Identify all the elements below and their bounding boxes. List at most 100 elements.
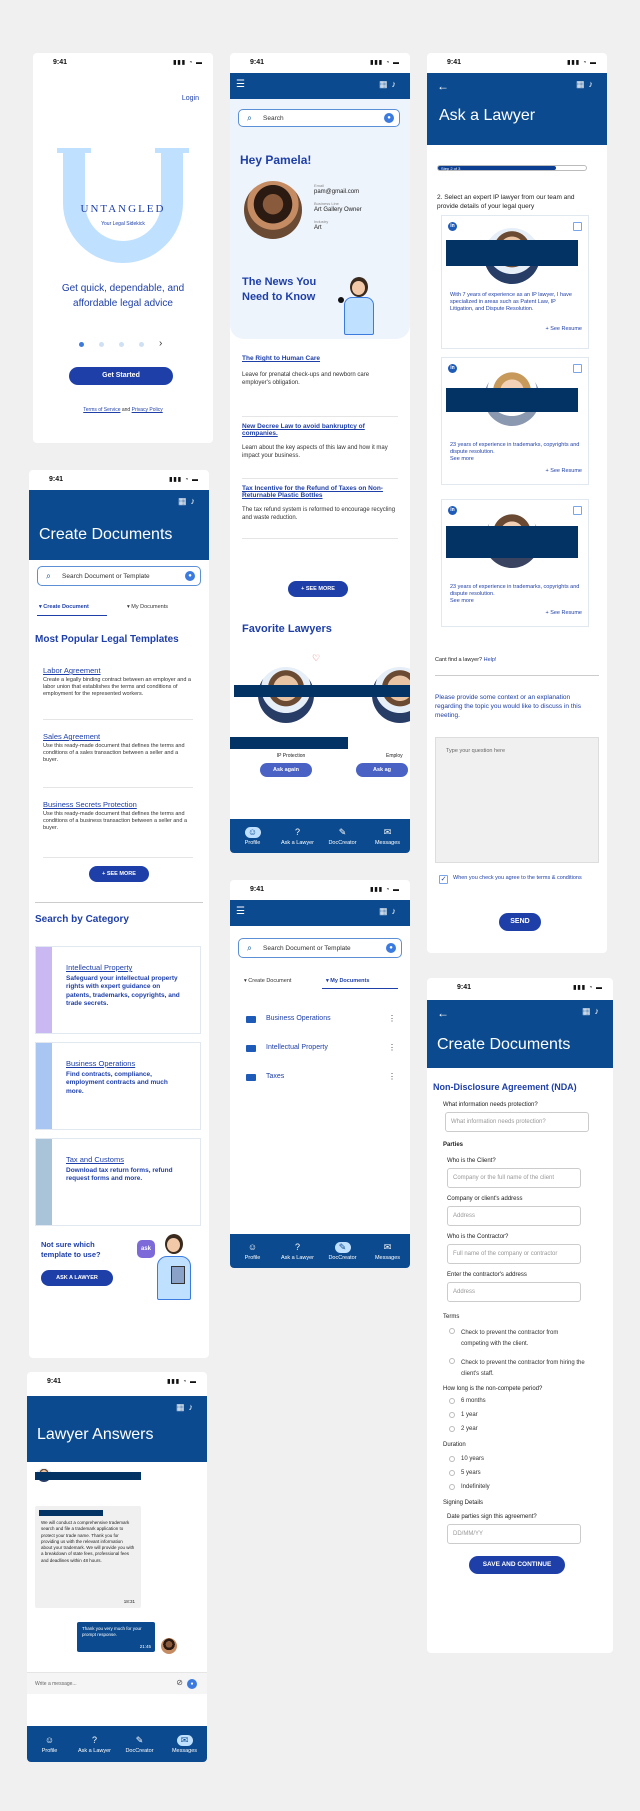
dot[interactable]: [139, 342, 144, 347]
favorite-lawyer-card[interactable]: ♡ IP Protection Ask again: [230, 653, 352, 777]
calendar-icon[interactable]: ▦: [582, 1006, 595, 1016]
tab-create-document[interactable]: ▾ Create Document: [39, 604, 89, 610]
news-title-link[interactable]: The Right to Human Care: [242, 355, 398, 362]
template-item[interactable]: Business Secrets Protection Use this rea…: [43, 800, 193, 858]
tab-create-document[interactable]: ▾ Create Document: [244, 978, 291, 984]
bell-icon[interactable]: ♪: [392, 906, 401, 916]
tab-messages[interactable]: ✉ Messages: [369, 1242, 407, 1261]
calendar-icon[interactable]: ▦: [379, 79, 392, 89]
folder-row[interactable]: Business Operations ⋮: [246, 1014, 396, 1028]
info-input[interactable]: What information needs protection?: [445, 1112, 589, 1132]
select-checkbox[interactable]: [573, 222, 582, 231]
news-title-link[interactable]: New Decree Law to avoid bankruptcy of co…: [242, 423, 398, 437]
folder-name[interactable]: Intellectual Property: [266, 1044, 328, 1051]
bell-icon[interactable]: ♪: [595, 1006, 604, 1016]
non-compete-checkbox[interactable]: [449, 1328, 455, 1334]
see-resume-link[interactable]: + See Resume: [545, 468, 582, 474]
tab-profile[interactable]: ☺ Profile: [234, 1242, 272, 1261]
linkedin-icon[interactable]: in: [448, 364, 457, 373]
ask-lawyer-button[interactable]: ASK A LAWYER: [41, 1270, 113, 1286]
attach-icon[interactable]: ⊘: [176, 1678, 183, 1687]
category-name[interactable]: Intellectual Property: [66, 963, 132, 972]
next-arrow-icon[interactable]: ›: [159, 338, 162, 349]
mic-icon[interactable]: ●: [187, 1679, 197, 1689]
tab-messages[interactable]: ✉ Messages: [369, 827, 407, 846]
dot[interactable]: [99, 342, 104, 347]
tab-doccreator[interactable]: ✎ DocCreator: [324, 1241, 362, 1261]
back-arrow-icon[interactable]: ←: [437, 1006, 449, 1020]
tab-doccreator[interactable]: ✎ DocCreator: [324, 827, 362, 846]
bell-icon[interactable]: ♪: [191, 496, 200, 506]
category-card[interactable]: Tax and Customs Download tax return form…: [35, 1138, 201, 1226]
question-textarea[interactable]: Type your question here: [435, 737, 599, 863]
privacy-link[interactable]: Privacy Policy: [132, 407, 163, 413]
period-radio[interactable]: [449, 1412, 455, 1418]
message-input[interactable]: Write a message...: [35, 1681, 77, 1687]
send-button[interactable]: SEND: [499, 913, 541, 931]
non-solicit-checkbox[interactable]: [449, 1358, 455, 1364]
bell-icon[interactable]: ♪: [189, 1402, 198, 1412]
tab-profile[interactable]: ☺ Profile: [31, 1735, 69, 1754]
calendar-icon[interactable]: ▦: [178, 496, 191, 506]
login-link[interactable]: Login: [182, 95, 199, 102]
news-item[interactable]: New Decree Law to avoid bankruptcy of co…: [242, 417, 398, 479]
category-card[interactable]: Intellectual Property Safeguard your int…: [35, 946, 201, 1034]
duration-radio[interactable]: [449, 1456, 455, 1462]
tab-doccreator[interactable]: ✎ DocCreator: [121, 1735, 159, 1754]
template-name[interactable]: Labor Agreement: [43, 666, 193, 675]
terms-link[interactable]: Terms of Service: [83, 407, 120, 413]
mic-icon[interactable]: ●: [386, 943, 396, 953]
more-options-icon[interactable]: ⋮: [388, 1043, 396, 1052]
lawyer-card[interactable]: in 23 years of experience in trademarks,…: [441, 357, 589, 485]
contractor-name-input[interactable]: Full name of the company or contractor: [447, 1244, 581, 1264]
see-more-link[interactable]: See more: [450, 598, 474, 604]
folder-row[interactable]: Intellectual Property ⋮: [246, 1043, 396, 1057]
tab-messages[interactable]: ✉ Messages: [166, 1734, 204, 1754]
tab-my-documents[interactable]: ▾ My Documents: [127, 604, 168, 610]
category-name[interactable]: Tax and Customs: [66, 1155, 124, 1164]
select-checkbox[interactable]: [573, 506, 582, 515]
see-more-button[interactable]: + SEE MORE: [89, 866, 149, 882]
news-item[interactable]: The Right to Human Care Leave for prenat…: [242, 355, 398, 417]
date-input[interactable]: DD/MM/YY: [447, 1524, 581, 1544]
folder-name[interactable]: Business Operations: [266, 1015, 331, 1022]
period-radio[interactable]: [449, 1398, 455, 1404]
see-more-link[interactable]: See more: [450, 456, 474, 462]
more-options-icon[interactable]: ⋮: [388, 1072, 396, 1081]
search-input[interactable]: ⌕ Search Document or Template ●: [238, 938, 402, 958]
duration-radio[interactable]: [449, 1484, 455, 1490]
tab-profile[interactable]: ☺ Profile: [234, 826, 272, 846]
calendar-icon[interactable]: ▦: [176, 1402, 189, 1412]
tab-ask-lawyer[interactable]: ? Ask a Lawyer: [279, 827, 317, 846]
contractor-address-input[interactable]: Address: [447, 1282, 581, 1302]
ask-again-button[interactable]: Ask ag: [356, 763, 408, 777]
get-started-button[interactable]: Get Started: [69, 367, 173, 385]
calendar-icon[interactable]: ▦: [379, 906, 392, 916]
bell-icon[interactable]: ♪: [392, 79, 401, 89]
see-more-button[interactable]: + SEE MORE: [288, 581, 348, 597]
dot-active[interactable]: [79, 342, 84, 347]
folder-row[interactable]: Taxes ⋮: [246, 1072, 396, 1086]
template-name[interactable]: Sales Agreement: [43, 732, 193, 741]
category-card[interactable]: Business Operations Find contracts, comp…: [35, 1042, 201, 1130]
template-item[interactable]: Labor Agreement Create a legally binding…: [43, 666, 193, 720]
tab-my-documents[interactable]: ▾ My Documents: [326, 978, 369, 984]
help-link[interactable]: Help!: [484, 657, 497, 663]
tab-ask-lawyer[interactable]: ? Ask a Lawyer: [76, 1735, 114, 1754]
back-arrow-icon[interactable]: ←: [437, 79, 449, 93]
see-resume-link[interactable]: + See Resume: [545, 610, 582, 616]
avatar[interactable]: [244, 181, 302, 239]
menu-icon[interactable]: ☰: [236, 79, 245, 90]
search-input[interactable]: ⌕ Search ●: [238, 109, 400, 127]
bell-icon[interactable]: ♪: [589, 79, 598, 89]
save-continue-button[interactable]: SAVE AND CONTINUE: [469, 1556, 565, 1574]
duration-radio[interactable]: [449, 1470, 455, 1476]
more-options-icon[interactable]: ⋮: [388, 1014, 396, 1023]
period-radio[interactable]: [449, 1426, 455, 1432]
lawyer-card[interactable]: in 23 years of experience in trademarks,…: [441, 499, 589, 627]
category-name[interactable]: Business Operations: [66, 1059, 135, 1068]
news-item[interactable]: Tax Incentive for the Refund of Taxes on…: [242, 479, 398, 539]
tab-ask-lawyer[interactable]: ? Ask a Lawyer: [279, 1242, 317, 1261]
calendar-icon[interactable]: ▦: [576, 79, 589, 89]
ask-again-button[interactable]: Ask again: [260, 763, 312, 777]
